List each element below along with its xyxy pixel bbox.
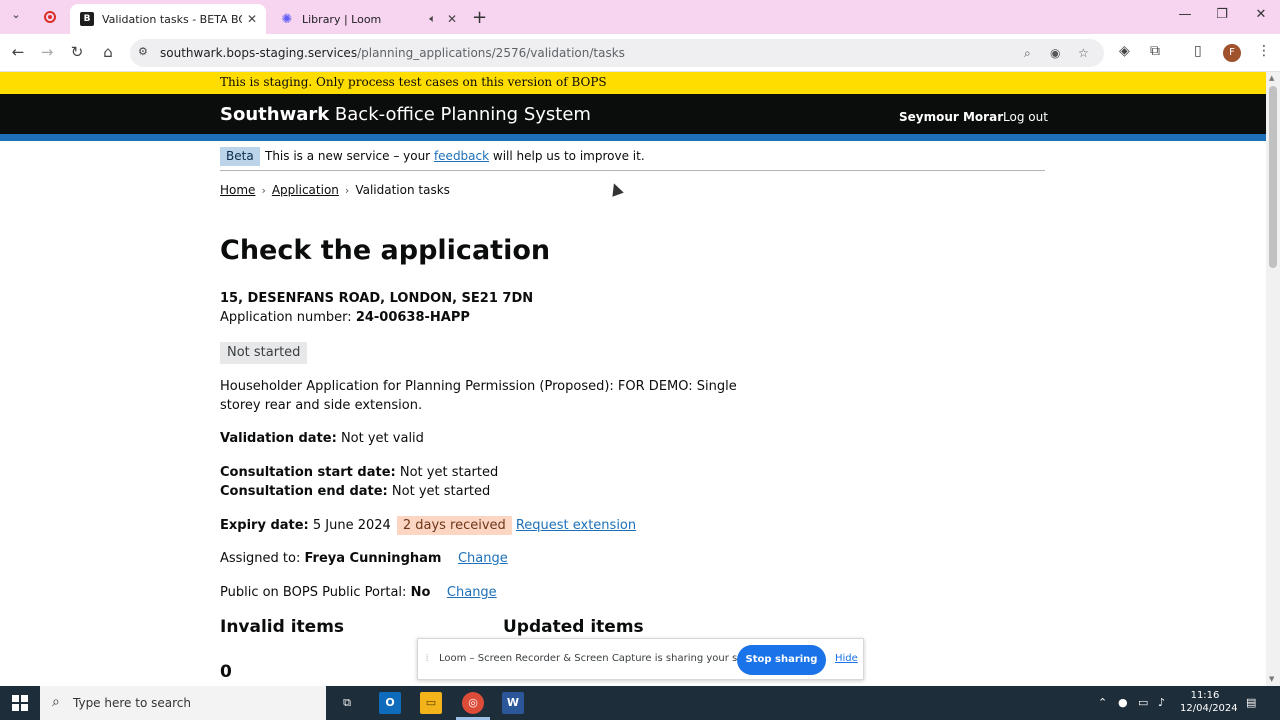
loom-favicon-icon: ✺: [281, 11, 293, 27]
drag-handle-icon[interactable]: ⦙: [426, 653, 428, 664]
application-number: Application number: 24-00638-HAPP: [220, 310, 470, 325]
user-name: Seymour Morar: [899, 110, 1004, 124]
address-bar[interactable]: ⚙ southwark.bops-staging.services/planni…: [130, 39, 1104, 67]
tab-validation-tasks[interactable]: B Validation tasks - BETA BOPs - ( ✕: [70, 4, 266, 34]
site-address: 15, DESENFANS ROAD, LONDON, SE21 7DN: [220, 291, 534, 306]
page-title: Check the application: [220, 235, 551, 266]
notifications-icon[interactable]: ▤: [1246, 696, 1256, 709]
search-placeholder: Type here to search: [73, 696, 191, 710]
new-tab-plus-icon[interactable]: +: [472, 7, 487, 28]
stop-sharing-button[interactable]: Stop sharing: [737, 645, 826, 675]
bops-favicon-icon: B: [80, 12, 94, 26]
updated-items-heading: Updated items: [503, 617, 644, 637]
profile-avatar[interactable]: F: [1223, 44, 1241, 62]
close-window-icon[interactable]: ✕: [1251, 7, 1271, 22]
public-portal: Public on BOPS Public Portal: No Change: [220, 585, 497, 600]
search-icon: ⌕: [52, 694, 60, 710]
windows-taskbar: ⌕ Type here to search ⧉ O ▭ ◎ W ⌃ ● ▭ ♪ …: [0, 686, 1280, 720]
logout-link[interactable]: Log out: [1003, 110, 1048, 124]
breadcrumb-home[interactable]: Home: [220, 183, 255, 197]
taskbar-clock[interactable]: 11:16 12/04/2024: [1180, 689, 1238, 715]
request-extension-link[interactable]: Request extension: [516, 518, 636, 533]
back-arrow-icon[interactable]: ←: [8, 43, 28, 61]
browser-toolbar: ← → ↻ ⌂ ⚙ southwark.bops-staging.service…: [0, 34, 1280, 72]
change-assignee-link[interactable]: Change: [458, 551, 508, 566]
phase-banner: Beta This is a new service – your feedba…: [220, 147, 1045, 171]
taskbar-search[interactable]: ⌕ Type here to search: [40, 686, 326, 720]
close-tab-icon[interactable]: ✕: [247, 12, 257, 26]
beta-tag: Beta: [220, 147, 260, 166]
home-icon[interactable]: ⌂: [98, 43, 118, 61]
reload-icon[interactable]: ↻: [67, 43, 87, 61]
scroll-up-arrow-icon[interactable]: ▲: [1269, 74, 1274, 82]
assigned-to: Assigned to: Freya Cunningham Change: [220, 551, 508, 566]
chevron-right-icon: ›: [261, 184, 266, 197]
extensions-puzzle-icon[interactable]: ⧉: [1150, 43, 1160, 59]
sharing-message: Loom – Screen Recorder & Screen Capture …: [439, 653, 769, 664]
tab-loom-library[interactable]: ✺ Library | Loom 🔈︎ ✕: [270, 4, 466, 34]
status-badge: Not started: [220, 342, 308, 364]
change-public-link[interactable]: Change: [447, 585, 497, 600]
validation-date: Validation date: Not yet valid: [220, 431, 424, 446]
site-info-icon[interactable]: ⚙: [138, 45, 148, 58]
task-view-icon[interactable]: ⧉: [336, 692, 358, 714]
outlook-icon[interactable]: O: [379, 692, 401, 714]
minimize-icon[interactable]: —: [1175, 7, 1195, 22]
speaker-icon[interactable]: 🔈︎: [429, 12, 436, 26]
breadcrumb-application[interactable]: Application: [272, 183, 339, 197]
scrollbar-thumb[interactable]: [1269, 86, 1277, 268]
site-header: Southwark Back-office Planning System Se…: [0, 94, 1266, 136]
service-name[interactable]: Southwark Back-office Planning System: [220, 104, 591, 125]
chevron-right-icon: ›: [344, 184, 350, 197]
browser-tab-strip: ⌄ B Validation tasks - BETA BOPs - ( ✕ ✺…: [0, 0, 1280, 34]
expiry-date: Expiry date: 5 June 2024 2 days received R…: [220, 516, 637, 535]
kebab-menu-icon[interactable]: ⋮: [1257, 43, 1271, 59]
consultation-end-date: Consultation end date: Not yet started: [220, 484, 491, 499]
application-description: Householder Application for Planning Per…: [220, 379, 737, 413]
page-viewport: This is staging. Only process test cases…: [0, 72, 1266, 686]
phase-text: This is a new service – your feedback wi…: [265, 149, 645, 163]
scroll-down-arrow-icon[interactable]: ▼: [1269, 675, 1274, 683]
page-scrollbar[interactable]: ▲ ▼: [1266, 72, 1280, 686]
file-explorer-icon[interactable]: ▭: [420, 692, 442, 714]
hide-link[interactable]: Hide: [835, 653, 858, 664]
chrome-icon[interactable]: ◎: [462, 692, 484, 714]
consultation-start-date: Consultation start date: Not yet started: [220, 465, 499, 480]
layers-extension-icon[interactable]: ◈: [1119, 43, 1130, 59]
days-received-badge: 2 days received: [396, 516, 512, 535]
battery-icon[interactable]: ▭: [1138, 696, 1148, 709]
volume-icon[interactable]: ♪: [1158, 696, 1165, 709]
close-tab-icon[interactable]: ✕: [447, 12, 457, 26]
invalid-items-heading: Invalid items: [220, 617, 345, 637]
forward-arrow-icon[interactable]: →: [37, 43, 57, 61]
staging-text: This is staging. Only process test cases…: [220, 75, 607, 89]
zoom-magnifier-icon[interactable]: ⌕: [1024, 46, 1031, 61]
bookmark-star-icon[interactable]: ☆: [1078, 46, 1089, 60]
word-icon[interactable]: W: [502, 692, 524, 714]
mouse-cursor-icon: [608, 181, 624, 197]
header-accent-bar: [0, 134, 1266, 141]
side-panel-icon[interactable]: ▯: [1194, 43, 1202, 59]
url-text[interactable]: southwark.bops-staging.services/planning…: [160, 46, 625, 60]
breadcrumb-current: Validation tasks: [355, 183, 450, 197]
tab-title: Library | Loom: [302, 12, 382, 26]
invalid-items-count: 0: [220, 662, 232, 682]
windows-start-icon[interactable]: [12, 695, 28, 711]
tab-search-chevron-icon[interactable]: ⌄: [6, 8, 26, 26]
feedback-link[interactable]: feedback: [434, 149, 489, 163]
breadcrumb: Home › Application › Validation tasks: [220, 183, 450, 197]
microphone-icon[interactable]: ●: [1118, 696, 1128, 709]
tab-title: Validation tasks - BETA BOPs - (: [102, 12, 242, 26]
tray-chevron-up-icon[interactable]: ⌃: [1098, 696, 1107, 709]
screen-sharing-bar: ⦙ Loom – Screen Recorder & Screen Captur…: [417, 638, 864, 680]
restore-icon[interactable]: ❐: [1212, 7, 1232, 22]
staging-banner: This is staging. Only process test cases…: [0, 72, 1266, 94]
eye-slash-icon[interactable]: ◉: [1050, 46, 1060, 60]
recording-indicator-icon: [44, 11, 56, 23]
